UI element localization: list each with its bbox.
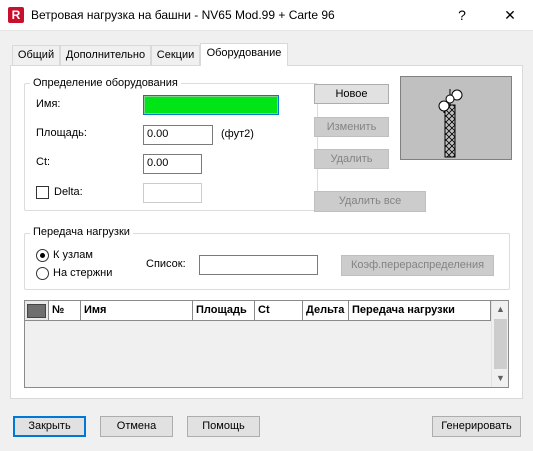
delta-field[interactable]	[143, 183, 202, 203]
tower-preview	[400, 76, 512, 160]
col-ct[interactable]: Ct	[255, 301, 303, 321]
area-field[interactable]: 0.00	[143, 125, 213, 145]
delete-all-button[interactable]: Удалить все	[314, 191, 426, 212]
to-nodes-radio[interactable]	[36, 249, 49, 262]
redistribution-coef-button[interactable]: Коэф.перераспределения	[341, 255, 494, 276]
new-button[interactable]: Новое	[314, 84, 389, 104]
delta-label: Delta:	[54, 186, 83, 198]
name-label: Имя:	[36, 98, 61, 110]
close-button[interactable]: Закрыть	[13, 416, 86, 437]
to-nodes-label: К узлам	[53, 249, 93, 261]
col-area[interactable]: Площадь	[193, 301, 255, 321]
delta-checkbox[interactable]	[36, 186, 49, 199]
help-title-button[interactable]: ?	[452, 5, 472, 25]
scroll-up-icon[interactable]: ▲	[492, 301, 509, 318]
equipment-definition-label: Определение оборудования	[30, 77, 181, 89]
corner-marker	[27, 304, 46, 318]
name-field[interactable]	[143, 95, 279, 115]
generate-button[interactable]: Генерировать	[432, 416, 521, 437]
modify-button[interactable]: Изменить	[314, 117, 389, 137]
tower-icon	[438, 89, 463, 158]
delete-button[interactable]: Удалить	[314, 149, 389, 169]
close-window-button[interactable]: ✕	[500, 5, 520, 25]
help-button[interactable]: Помощь	[187, 416, 260, 437]
tab-sections[interactable]: Секции	[151, 45, 200, 65]
app-icon: R	[8, 7, 24, 23]
title-bar: R Ветровая нагрузка на башни - NV65 Mod.…	[0, 0, 533, 31]
select-all-corner[interactable]	[25, 301, 49, 321]
window-title: Ветровая нагрузка на башни - NV65 Mod.99…	[31, 8, 335, 22]
list-field[interactable]	[199, 255, 318, 275]
col-number[interactable]: №	[49, 301, 81, 321]
cancel-button[interactable]: Отмена	[100, 416, 173, 437]
table-header: № Имя Площадь Ct Дельта Передача нагрузк…	[25, 301, 491, 321]
ct-label: Ct:	[36, 156, 51, 168]
area-unit: (фут2)	[221, 128, 254, 140]
col-load-transfer[interactable]: Передача нагрузки	[349, 301, 491, 321]
tab-equipment[interactable]: Оборудование	[200, 43, 288, 66]
list-label: Список:	[146, 258, 186, 270]
tab-general[interactable]: Общий	[12, 45, 60, 65]
scroll-down-icon[interactable]: ▼	[492, 370, 509, 387]
table-scrollbar[interactable]: ▲ ▼	[491, 301, 508, 387]
ct-field[interactable]: 0.00	[143, 154, 202, 174]
col-name[interactable]: Имя	[81, 301, 193, 321]
scroll-thumb[interactable]	[494, 319, 507, 369]
to-bars-radio[interactable]	[36, 267, 49, 280]
area-label: Площадь:	[36, 127, 87, 139]
load-transfer-label: Передача нагрузки	[30, 226, 133, 238]
equipment-table[interactable]: № Имя Площадь Ct Дельта Передача нагрузк…	[24, 300, 509, 388]
to-bars-label: На стержни	[53, 267, 113, 279]
col-delta[interactable]: Дельта	[303, 301, 349, 321]
tab-additional[interactable]: Дополнительно	[60, 45, 151, 65]
